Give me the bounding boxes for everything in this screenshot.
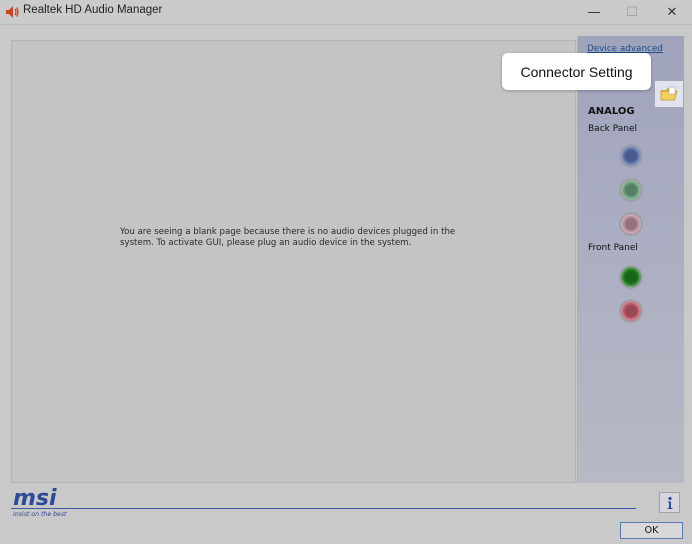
no-device-message: You are seeing a blank page because ther… (120, 227, 480, 249)
front-jack-mic[interactable] (619, 299, 643, 323)
front-panel-label: Front Panel (588, 243, 638, 253)
folder-icon (660, 86, 678, 101)
title-bar: Realtek HD Audio Manager — ☐ ✕ (0, 0, 692, 25)
info-button[interactable] (659, 492, 680, 513)
connector-setting-tooltip: Connector Setting (502, 53, 651, 90)
back-jack-line-out[interactable] (619, 178, 643, 202)
close-button[interactable]: ✕ (652, 0, 692, 24)
back-panel-label: Back Panel (588, 124, 637, 134)
msi-tagline: Insist on the best (13, 510, 67, 518)
message-line-2: system. To activate GUI, please plug an … (120, 238, 412, 248)
message-line-1: You are seeing a blank page because ther… (120, 227, 456, 237)
back-jack-mic-in[interactable] (619, 212, 643, 236)
info-icon (667, 496, 672, 509)
analog-section-title: ANALOG (588, 106, 635, 117)
connector-side-panel: Device advanced ANALOG Back Panel Front … (577, 36, 684, 483)
connector-setting-button[interactable] (655, 81, 683, 107)
footer-divider (11, 508, 636, 509)
minimize-button[interactable]: — (574, 0, 614, 24)
speaker-icon (6, 6, 19, 18)
front-jack-headphone[interactable] (619, 265, 643, 289)
maximize-button[interactable]: ☐ (612, 0, 652, 24)
ok-button[interactable]: OK (620, 522, 683, 539)
back-jack-line-in[interactable] (619, 144, 643, 168)
window-title: Realtek HD Audio Manager (23, 4, 163, 16)
msi-logo: msi Insist on the best (13, 486, 67, 518)
main-content-area: You are seeing a blank page because ther… (11, 40, 576, 483)
